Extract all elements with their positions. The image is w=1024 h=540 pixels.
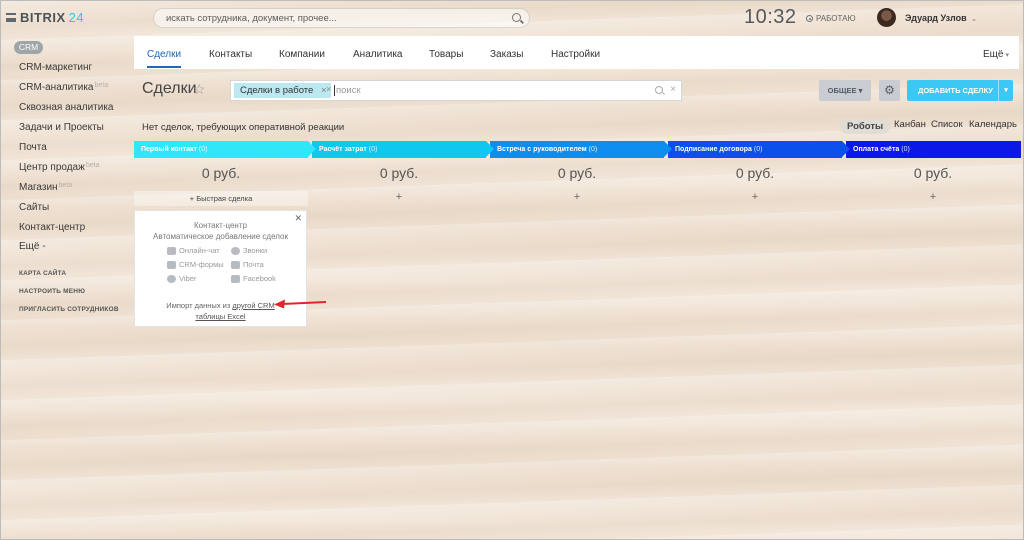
sidebar-item-more[interactable]: Ещё - — [19, 241, 46, 252]
view-kanban[interactable]: Канбан — [894, 119, 926, 130]
add-deal-button[interactable]: ДОБАВИТЬ СДЕЛКУ ▾ — [907, 80, 1013, 101]
annotation-arrow-icon — [274, 299, 327, 309]
tab-orders[interactable]: Заказы — [490, 49, 523, 60]
sidebar-item-mail[interactable]: Почта — [19, 142, 47, 153]
add-deal-plus-button[interactable]: + — [312, 191, 486, 206]
chevron-down-icon[interactable]: ▾ — [998, 80, 1013, 101]
sidebar-item-sales-center[interactable]: Центр продажbeta — [19, 162, 99, 173]
filter-search-box[interactable]: Сделки в работе × × поиск × — [230, 80, 682, 101]
chevron-down-icon: ⌄ — [970, 14, 978, 23]
kanban-stage[interactable]: Расчёт затрат (0) — [312, 141, 494, 158]
sidebar-link-invite[interactable]: ПРИГЛАСИТЬ СОТРУДНИКОВ — [19, 306, 119, 313]
filter-preset-tag[interactable]: Сделки в работе × — [234, 83, 332, 98]
clock[interactable]: 10:32 — [744, 6, 797, 29]
work-status[interactable]: РАБОТАЮ — [806, 14, 856, 23]
global-search-input[interactable]: искать сотрудника, документ, прочее... — [153, 8, 530, 28]
channel-mail[interactable]: Почта — [231, 260, 264, 269]
kanban-stage[interactable]: Встреча с руководителем (0) — [490, 141, 672, 158]
contact-center-title: Контакт-центр Автоматическое добавление … — [153, 221, 288, 241]
chat-icon — [167, 246, 176, 255]
sidebar-link-configure-menu[interactable]: НАСТРОИТЬ МЕНЮ — [19, 288, 85, 295]
sidebar-item-sites[interactable]: Сайты — [19, 202, 49, 213]
tab-analytics[interactable]: Аналитика — [353, 49, 403, 60]
sidebar-item-end-to-end-analytics[interactable]: Сквозная аналитика — [19, 102, 114, 113]
notice-text: Нет сделок, требующих оперативной реакци… — [142, 122, 345, 133]
clear-presets-icon[interactable]: × — [326, 84, 331, 94]
phone-icon — [231, 246, 240, 255]
top-header: BITRIX 24 искать сотрудника, документ, пр… — [0, 0, 1024, 36]
mail-icon — [231, 260, 240, 269]
kanban-stage[interactable]: Первый контакт (0) — [134, 141, 316, 158]
sidebar-item-contact-center[interactable]: Контакт-центр — [19, 222, 85, 233]
sidebar-item-crm-marketing[interactable]: CRM-маркетинг — [19, 62, 92, 73]
gear-icon[interactable]: ⚙ — [879, 80, 900, 101]
channel-calls[interactable]: Звонки — [231, 246, 267, 255]
add-deal-plus-button[interactable]: + — [490, 191, 664, 206]
sidebar-item-crm[interactable]: CRM — [14, 41, 43, 54]
import-other-crm-link[interactable]: другой CRM — [232, 301, 274, 310]
sidebar-item-shop[interactable]: Магазинbeta — [19, 182, 72, 193]
user-menu[interactable]: Эдуард Узлов ⌄ — [905, 13, 977, 23]
view-list[interactable]: Список — [931, 119, 963, 130]
search-icon[interactable] — [512, 13, 521, 22]
general-category-button[interactable]: ОБЩЕЕ ▾ — [819, 80, 871, 101]
viber-icon — [167, 274, 176, 283]
tab-companies[interactable]: Компании — [279, 49, 325, 60]
kanban-stage[interactable]: Оплата счёта (0) — [846, 141, 1021, 158]
channel-crm-forms[interactable]: CRM-формы — [167, 260, 224, 269]
tab-products[interactable]: Товары — [429, 49, 463, 60]
stage-sum: 0 руб. — [379, 165, 419, 181]
stage-sum: 0 руб. — [913, 165, 953, 181]
tab-contacts[interactable]: Контакты — [209, 49, 252, 60]
channel-online-chat[interactable]: Онлайн-чат — [167, 246, 220, 255]
avatar[interactable] — [877, 8, 896, 27]
form-icon — [167, 260, 176, 269]
chevron-down-icon: ▾ — [1005, 52, 1009, 59]
view-robots[interactable]: Роботы — [840, 119, 891, 134]
channel-viber[interactable]: Viber — [167, 274, 196, 283]
stage-sum: 0 руб. — [557, 165, 597, 181]
sidebar-item-crm-analytics[interactable]: CRM-аналитикаbeta — [19, 82, 108, 93]
sidebar-link-sitemap[interactable]: КАРТА САЙТА — [19, 270, 66, 277]
channel-facebook[interactable]: Facebook — [231, 274, 276, 283]
import-excel-link[interactable]: таблицы Excel — [195, 312, 245, 321]
tab-more[interactable]: Ещё ▾ — [983, 49, 1009, 60]
page-title: Сделки — [142, 80, 197, 97]
kanban-stage[interactable]: Подписание договора (0) — [668, 141, 850, 158]
search-icon[interactable] — [655, 86, 663, 94]
stage-sum: 0 руб. — [735, 165, 775, 181]
filter-search-input[interactable]: поиск — [334, 85, 361, 96]
tab-deals[interactable]: Сделки — [147, 49, 182, 68]
logo[interactable]: BITRIX 24 — [20, 10, 84, 25]
quick-deal-button[interactable]: + Быстрая сделка — [134, 191, 308, 206]
sidebar-item-tasks[interactable]: Задачи и Проекты — [19, 122, 104, 133]
menu-burger-icon[interactable] — [6, 13, 16, 22]
add-deal-plus-button[interactable]: + — [668, 191, 842, 206]
view-calendar[interactable]: Календарь — [969, 119, 1017, 130]
crm-tabs-bar: Сделки Контакты Компании Аналитика Товар… — [134, 36, 1019, 69]
search-placeholder: искать сотрудника, документ, прочее... — [166, 13, 337, 24]
add-deal-plus-button[interactable]: + — [846, 191, 1020, 206]
status-icon — [806, 15, 813, 22]
favorite-star-icon[interactable]: ☆ — [193, 81, 206, 98]
facebook-icon — [231, 274, 240, 283]
stage-sum: 0 руб. — [201, 165, 241, 181]
tab-settings[interactable]: Настройки — [551, 49, 600, 60]
close-icon[interactable]: × — [670, 84, 676, 95]
